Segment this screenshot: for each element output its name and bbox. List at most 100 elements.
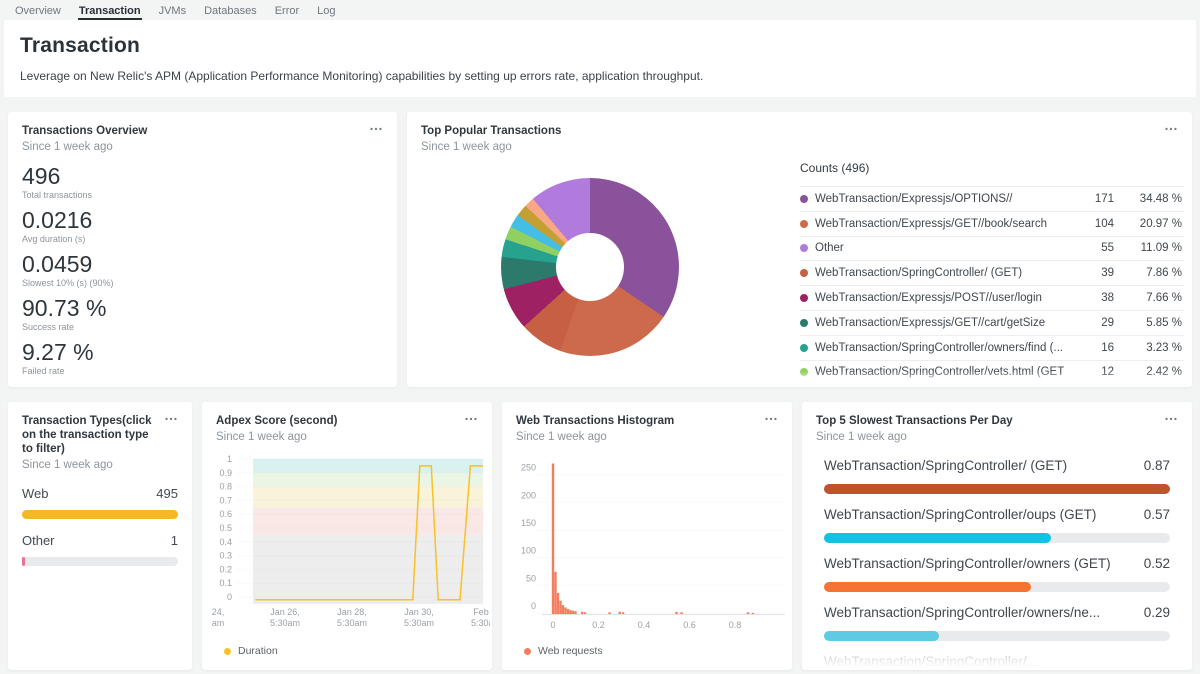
web-requests-legend-dot [524,648,531,655]
legend-row[interactable]: WebTransaction/SpringController/ (GET)39… [800,261,1184,286]
legend-count: 39 [1064,267,1114,279]
svg-text:0.5: 0.5 [219,523,232,533]
legend-count: 171 [1064,193,1114,205]
slow-bar-fill [824,484,1170,494]
slow-bar-track [824,533,1170,543]
legend-dot [800,344,808,352]
tab-transaction[interactable]: Transaction [78,0,142,20]
legend-count: 104 [1064,218,1114,230]
legend-row[interactable]: WebTransaction/Expressjs/POST//user/logi… [800,286,1184,311]
tab-error[interactable]: Error [274,0,300,20]
legend-row[interactable]: WebTransaction/Expressjs/GET//book/searc… [800,212,1184,237]
slow-bar-track [824,582,1170,592]
legend-row[interactable]: WebTransaction/SpringController/owners/f… [800,336,1184,361]
legend-dot [800,220,808,228]
tab-overview[interactable]: Overview [14,0,62,20]
legend-count: 29 [1064,317,1114,329]
type-value: 495 [156,486,178,501]
panel-title: Transactions Overview [8,112,397,138]
slow-label: WebTransaction/SpringController/oups (GE… [824,507,1096,523]
panel-transaction-types: Transaction Types(click on the transacti… [8,402,192,670]
svg-text:Jan 26,: Jan 26, [270,607,300,617]
slow-row: WebTransaction/SpringController/oups (GE… [824,507,1170,543]
svg-text:150: 150 [521,518,536,528]
type-row[interactable]: Web 495 [22,486,178,519]
legend-dot [800,195,808,203]
page-title: Transaction [4,20,1196,58]
legend-name: WebTransaction/Expressjs/GET//book/searc… [815,218,1064,230]
type-bar-fill [22,557,25,566]
legend-title: Counts (496) [800,162,1184,174]
donut-chart[interactable] [501,178,679,356]
legend-name: WebTransaction/SpringController/ (GET) [815,267,1064,279]
svg-text:0.9: 0.9 [219,468,232,478]
type-row[interactable]: Other1 [22,533,178,566]
svg-text:0.8: 0.8 [729,620,742,630]
panel-menu-button[interactable]: … [764,408,778,422]
legend-pct: 34.48 % [1114,193,1184,205]
svg-text:250: 250 [521,463,536,473]
legend-label: Web requests [538,645,603,657]
svg-text:0: 0 [550,620,555,630]
legend-name: WebTransaction/SpringController/owners/f… [815,342,1064,354]
svg-text:0.6: 0.6 [219,509,232,519]
legend-name: WebTransaction/Expressjs/GET//cart/getSi… [815,317,1064,329]
legend-count: 38 [1064,292,1114,304]
panel-timerange: Since 1 week ago [8,138,397,154]
type-row-head: Web 495 [22,486,178,501]
panel-menu-button[interactable]: … [464,408,478,422]
slow-bar-fill [824,631,939,641]
panel-menu-button[interactable]: … [369,118,383,132]
legend-name: WebTransaction/Expressjs/OPTIONS// [815,193,1064,205]
legend-name: Other [815,242,1064,254]
slow-bar-fill [824,582,1031,592]
slow-row-head: WebTransaction/SpringController/ (GET)0.… [824,458,1170,474]
page-header: Transaction Leverage on New Relic's APM … [4,20,1196,97]
stat-label: Success rate [22,321,114,333]
svg-text:Jan 28,: Jan 28, [337,607,367,617]
tab-databases[interactable]: Databases [203,0,258,20]
panel-title: Top Popular Transactions [407,112,1192,138]
stat-label: Total transactions [22,189,114,201]
tab-jvms[interactable]: JVMs [158,0,188,20]
slow-label: WebTransaction/SpringController/owners (… [824,556,1111,572]
panel-top-popular-transactions: Top Popular Transactions Since 1 week ag… [407,112,1192,387]
tab-log[interactable]: Log [316,0,336,20]
panel-adpex-score: Adpex Score (second) Since 1 week ago … … [202,402,492,670]
panel-menu-button[interactable]: … [1164,118,1178,132]
legend-dot [800,294,808,302]
chart-legend: Web requests [524,645,603,657]
stats-list: 496Total transactions0.0216Avg duration … [22,164,114,384]
stat-value: 496 [22,164,114,189]
page-description: Leverage on New Relic's APM (Application… [4,58,1196,83]
panel-title: Top 5 Slowest Transactions Per Day [802,402,1192,428]
panel-menu-button[interactable]: … [164,408,178,422]
svg-text:5:30am: 5:30am [404,618,434,628]
tab-bar: Overview Transaction JVMs Databases Error Log [14,0,337,20]
chart-legend: Duration [224,645,278,657]
legend-pct: 11.09 % [1114,242,1184,254]
type-label: Other [22,533,55,548]
slow-label: WebTransaction/SpringController/owners/n… [824,605,1100,621]
legend-table: WebTransaction/Expressjs/OPTIONS//17134.… [800,186,1184,385]
legend-row[interactable]: WebTransaction/Expressjs/OPTIONS//17134.… [800,187,1184,212]
legend-row[interactable]: Other5511.09 % [800,237,1184,262]
panel-menu-button[interactable]: … [1164,408,1178,422]
legend-count: 55 [1064,242,1114,254]
stat-label: Slowest 10% (s) (90%) [22,277,114,289]
legend-dot [800,319,808,327]
svg-text:0.4: 0.4 [638,620,651,630]
type-bar-track [22,510,178,519]
stat-value: 90.73 % [22,296,114,321]
svg-text:Jan 30,: Jan 30, [404,607,434,617]
svg-text:0.8: 0.8 [219,482,232,492]
svg-text:50: 50 [526,573,536,583]
legend-row[interactable]: WebTransaction/Expressjs/GET//cart/getSi… [800,311,1184,336]
stat-value: 9.27 % [22,340,114,365]
slow-row: WebTransaction/SpringController/owners/n… [824,605,1170,641]
type-label: Web [22,486,49,501]
svg-text:0.4: 0.4 [219,537,232,547]
slow-bar-track [824,484,1170,494]
slow-row-head: WebTransaction/SpringController/owners (… [824,556,1170,572]
panel-timerange: Since 1 week ago [407,138,1192,154]
